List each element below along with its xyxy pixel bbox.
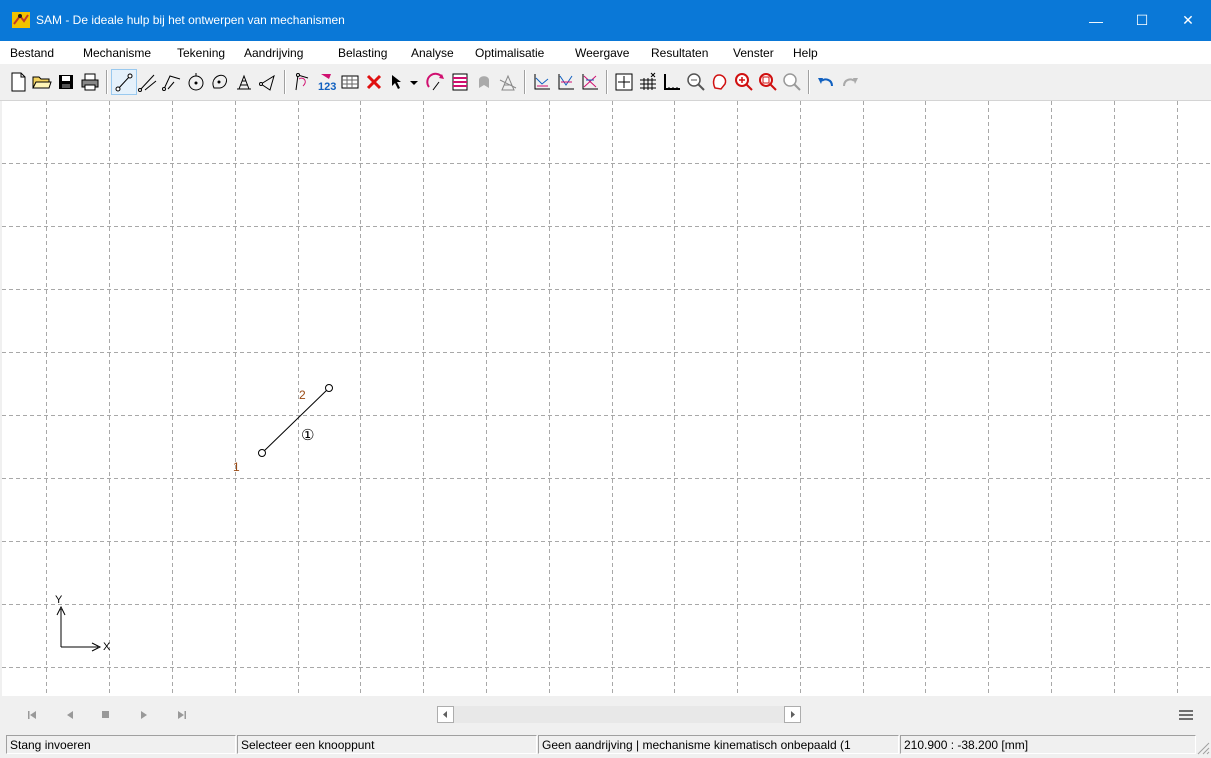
- draw-spring-icon[interactable]: [232, 70, 256, 94]
- drive-icon[interactable]: [424, 70, 448, 94]
- toolbar-separator: [606, 70, 608, 94]
- last-frame-icon[interactable]: [174, 707, 190, 723]
- menu-tekening[interactable]: Tekening: [177, 46, 225, 60]
- drawing-grid: [2, 101, 1211, 696]
- print-icon[interactable]: [78, 70, 102, 94]
- delete-icon[interactable]: [362, 70, 386, 94]
- status-bar: Stang invoeren Selecteer een knooppunt G…: [0, 733, 1211, 757]
- toolbar: 123: [0, 64, 1211, 101]
- animation-bar: [0, 697, 1211, 733]
- axis-label-x: X: [103, 641, 111, 653]
- app-logo-icon: [12, 12, 30, 28]
- draw-gear-icon[interactable]: [184, 70, 208, 94]
- window-title: SAM - De ideale hulp bij het ontwerpen v…: [36, 13, 345, 27]
- node-label-2: 2: [299, 388, 306, 402]
- trace-path-icon[interactable]: [290, 70, 314, 94]
- node-label-1: 1: [233, 460, 240, 474]
- scroll-left-icon[interactable]: [437, 706, 454, 723]
- zoom-window-icon[interactable]: [756, 70, 780, 94]
- menu-bestand[interactable]: Bestand: [10, 46, 54, 60]
- link-element[interactable]: [258, 384, 333, 457]
- menu-lines-icon[interactable]: [1177, 707, 1193, 723]
- ghost-element-icon[interactable]: [472, 70, 496, 94]
- previous-frame-icon[interactable]: [62, 707, 78, 723]
- scroll-right-icon[interactable]: [784, 706, 801, 723]
- toolbar-separator: [524, 70, 526, 94]
- status-drive-state: Geen aandrijving | mechanisme kinematisc…: [538, 735, 899, 754]
- menu-belasting[interactable]: Belasting: [338, 46, 387, 60]
- new-document-icon[interactable]: [6, 70, 30, 94]
- grid-toggle-icon[interactable]: [636, 70, 660, 94]
- resize-grip-icon[interactable]: [1196, 739, 1210, 755]
- menu-venster[interactable]: Venster: [733, 46, 774, 60]
- zoom-in-icon[interactable]: [732, 70, 756, 94]
- toolbar-separator: [106, 70, 108, 94]
- select-dropdown-icon[interactable]: [406, 70, 422, 94]
- pan-icon[interactable]: [708, 70, 732, 94]
- menu-aandrijving[interactable]: Aandrijving: [244, 46, 303, 60]
- graph-multi-icon[interactable]: [554, 70, 578, 94]
- draw-angled-link-icon[interactable]: [160, 70, 184, 94]
- toolbar-separator: [284, 70, 286, 94]
- beam-frame-icon[interactable]: [448, 70, 472, 94]
- open-folder-icon[interactable]: [30, 70, 54, 94]
- horizontal-scrollbar[interactable]: [437, 706, 801, 723]
- zoom-out-icon[interactable]: [684, 70, 708, 94]
- minimize-button[interactable]: —: [1073, 0, 1119, 41]
- grid-add-icon[interactable]: [612, 70, 636, 94]
- machine-icon[interactable]: [496, 70, 520, 94]
- toolbar-separator: [808, 70, 810, 94]
- menu-resultaten[interactable]: Resultaten: [651, 46, 708, 60]
- graph-xy-icon[interactable]: [530, 70, 554, 94]
- numbering-icon[interactable]: 123: [314, 70, 338, 94]
- save-icon[interactable]: [54, 70, 78, 94]
- redo-icon[interactable]: [838, 70, 862, 94]
- close-button[interactable]: ✕: [1165, 0, 1211, 41]
- status-coordinates: 210.900 : -38.200 [mm]: [900, 735, 1196, 754]
- draw-damper-icon[interactable]: [256, 70, 280, 94]
- drawing-canvas[interactable]: 1 2 ① Y X: [2, 101, 1211, 696]
- status-hint: Selecteer een knooppunt: [237, 735, 537, 754]
- title-bar: SAM - De ideale hulp bij het ontwerpen v…: [0, 0, 1211, 41]
- axis-label-y: Y: [55, 594, 63, 606]
- maximize-button[interactable]: ☐: [1119, 0, 1165, 41]
- scroll-track[interactable]: [454, 706, 784, 723]
- first-frame-icon[interactable]: [24, 707, 40, 723]
- menu-help[interactable]: Help: [793, 46, 818, 60]
- zoom-all-icon[interactable]: [780, 70, 804, 94]
- undo-icon[interactable]: [814, 70, 838, 94]
- element-number-label: ①: [301, 427, 315, 444]
- draw-cam-icon[interactable]: [208, 70, 232, 94]
- menu-mechanisme[interactable]: Mechanisme: [83, 46, 151, 60]
- menu-optimalisatie[interactable]: Optimalisatie: [475, 46, 544, 60]
- svg-text:123: 123: [318, 81, 336, 93]
- menu-weergave[interactable]: Weergave: [575, 46, 629, 60]
- draw-link-icon[interactable]: [111, 69, 137, 95]
- next-frame-icon[interactable]: [136, 707, 152, 723]
- menu-analyse[interactable]: Analyse: [411, 46, 454, 60]
- coordinate-axes: [56, 605, 102, 652]
- table-icon[interactable]: [338, 70, 362, 94]
- ruler-icon[interactable]: [660, 70, 684, 94]
- menu-bar: Bestand Mechanisme Tekening Aandrijving …: [0, 41, 1211, 64]
- graph-compare-icon[interactable]: [578, 70, 602, 94]
- draw-slider-icon[interactable]: [136, 70, 160, 94]
- stop-icon[interactable]: [98, 707, 114, 723]
- status-mode: Stang invoeren: [6, 735, 236, 754]
